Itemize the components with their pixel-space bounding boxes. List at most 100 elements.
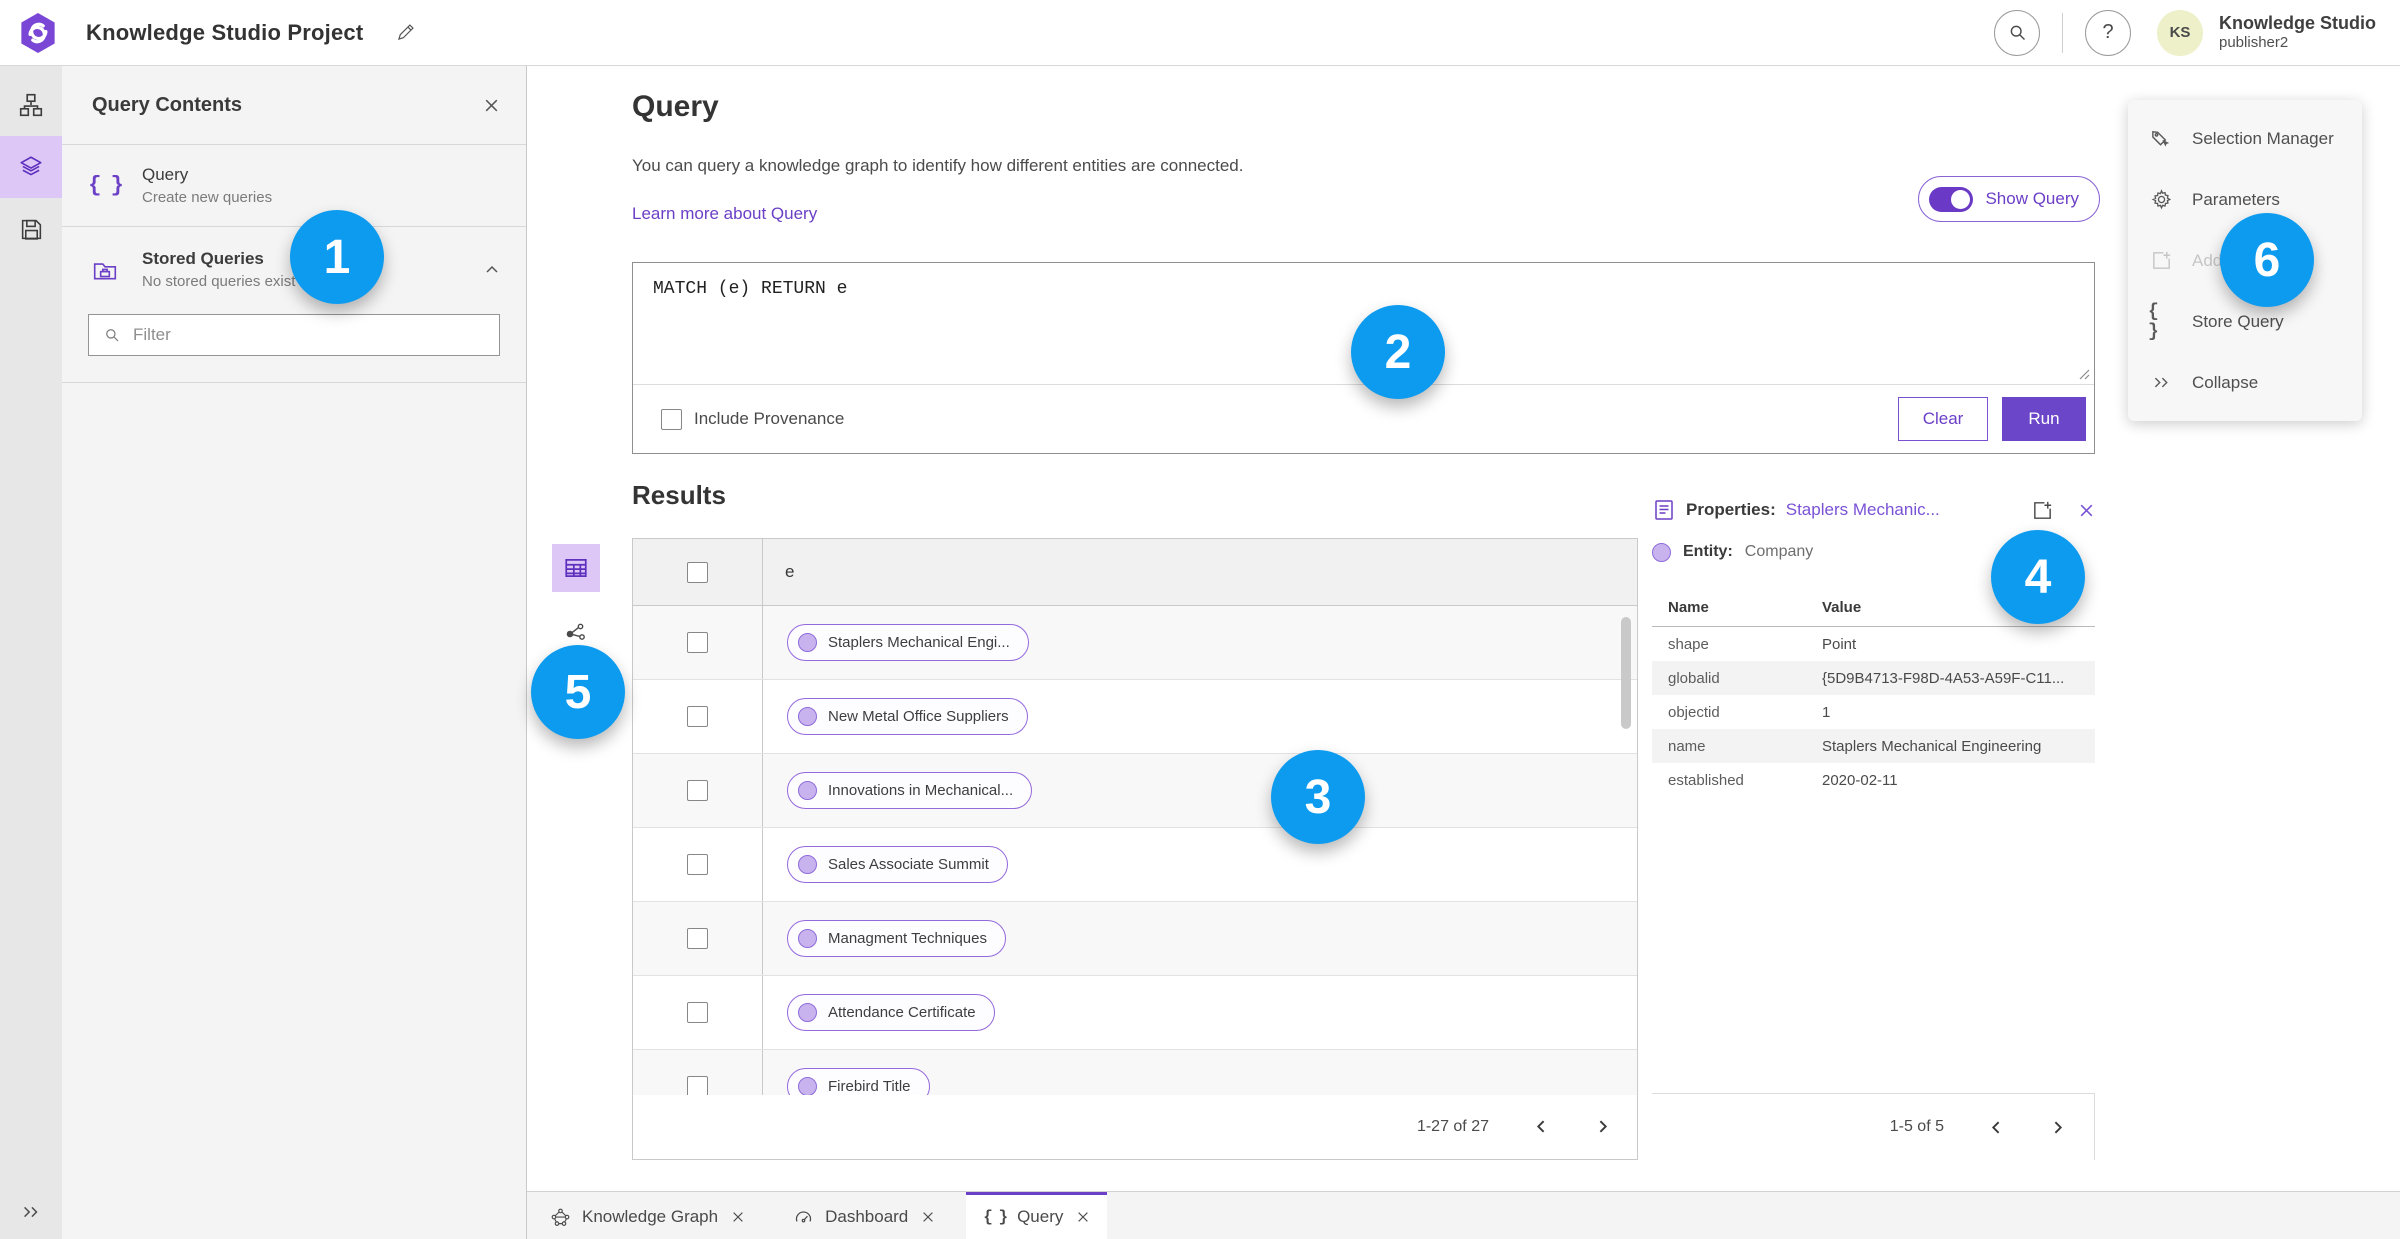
table-row[interactable]: New Metal Office Suppliers	[633, 680, 1637, 754]
table-row[interactable]: Attendance Certificate	[633, 976, 1637, 1050]
entity-dot-icon	[798, 1003, 817, 1022]
link-chart-rail-icon[interactable]	[0, 74, 62, 136]
project-title: Knowledge Studio Project	[86, 19, 364, 45]
menu-item-label: Parameters	[2192, 189, 2280, 209]
row-checkbox[interactable]	[687, 1076, 708, 1095]
query-contents-title: Query Contents	[92, 93, 243, 116]
show-query-toggle[interactable]: Show Query	[1918, 176, 2100, 222]
entity-dot-icon	[798, 781, 817, 800]
help-button[interactable]: ?	[2085, 9, 2131, 56]
tab-knowledge-graph[interactable]: Knowledge Graph	[533, 1192, 762, 1239]
entity-pill[interactable]: Staplers Mechanical Engi...	[787, 624, 1029, 661]
chevron-up-icon[interactable]	[484, 262, 500, 278]
search-button[interactable]	[1994, 9, 2040, 56]
properties-range-label: 1-5 of 5	[1889, 1118, 1944, 1135]
properties-next-page-icon[interactable]	[2049, 1119, 2066, 1136]
user-name: Knowledge Studio	[2219, 12, 2376, 33]
save-rail-icon[interactable]	[0, 198, 62, 260]
stored-queries-sublabel: No stored queries exist	[142, 273, 296, 290]
properties-prev-page-icon[interactable]	[1988, 1119, 2005, 1136]
toggle-switch[interactable]	[1929, 186, 1974, 212]
close-tab-icon[interactable]	[1076, 1210, 1090, 1224]
close-tab-icon[interactable]	[731, 1210, 745, 1224]
stored-queries-label: Stored Queries	[142, 249, 264, 268]
layers-rail-icon[interactable]	[0, 136, 62, 198]
property-name: objectid	[1668, 703, 1720, 721]
menu-item-label: Collapse	[2192, 372, 2259, 392]
edit-title-icon[interactable]	[395, 22, 416, 43]
search-icon	[2010, 25, 2025, 40]
run-button[interactable]: Run	[2002, 397, 2086, 441]
close-properties-icon[interactable]	[2078, 502, 2095, 519]
braces-icon: { }	[983, 1208, 1008, 1226]
tab-query[interactable]: { } Query	[966, 1192, 1108, 1239]
menu-item-selection-manager[interactable]: Selection Manager	[2128, 108, 2362, 169]
tab-label: Query	[1017, 1207, 1064, 1226]
row-checkbox[interactable]	[687, 854, 708, 875]
properties-header: Properties: Staplers Mechanic...	[1652, 495, 2095, 525]
app-header: Knowledge Studio Project ? KS Knowledge …	[0, 0, 2400, 66]
entity-pill[interactable]: New Metal Office Suppliers	[787, 698, 1028, 735]
table-row[interactable]: Staplers Mechanical Engi...	[633, 606, 1637, 680]
user-info[interactable]: Knowledge Studio publisher2	[2219, 13, 2376, 53]
query-contents-header: Query Contents	[62, 66, 526, 145]
entity-pill[interactable]: Innovations in Mechanical...	[787, 772, 1033, 809]
table-view-icon[interactable]	[552, 544, 600, 592]
entity-pill-label: Firebird Title	[828, 1078, 911, 1095]
sidebar-item-query[interactable]: { } Query Create new queries	[62, 145, 526, 227]
main-area: Query You can query a knowledge graph to…	[527, 66, 2400, 1239]
clear-button[interactable]: Clear	[1898, 397, 1988, 441]
entity-pill[interactable]: Sales Associate Summit	[787, 846, 1008, 883]
properties-entity-link[interactable]: Staplers Mechanic...	[1786, 500, 1940, 520]
knowledge-studio-logo-icon	[18, 11, 58, 55]
row-entity-cell: Innovations in Mechanical...	[763, 754, 1637, 827]
select-all-cell	[633, 539, 763, 605]
entity-pill[interactable]: Managment Techniques	[787, 920, 1006, 957]
expand-rail-icon[interactable]	[0, 1201, 62, 1223]
add-to-selection-icon[interactable]	[2031, 499, 2054, 522]
properties-col-name: Name	[1668, 599, 1709, 616]
row-checkbox[interactable]	[687, 706, 708, 727]
row-checkbox-cell	[633, 606, 763, 679]
entity-dot-icon	[798, 855, 817, 874]
row-checkbox[interactable]	[687, 780, 708, 801]
properties-label: Properties:	[1686, 500, 1776, 519]
property-value: {5D9B4713-F98D-4A53-A59F-C11...	[1822, 669, 2065, 687]
entity-pill-label: Managment Techniques	[828, 930, 987, 947]
close-tab-icon[interactable]	[921, 1210, 935, 1224]
entity-pill[interactable]: Firebird Title	[787, 1068, 930, 1095]
table-row[interactable]: Innovations in Mechanical...	[633, 754, 1637, 828]
properties-pagination: 1-5 of 5	[1652, 1093, 2095, 1160]
table-row[interactable]: Managment Techniques	[633, 902, 1637, 976]
entity-value: Company	[1744, 543, 1814, 560]
resize-handle[interactable]	[2078, 367, 2090, 385]
property-row: established 2020-02-11	[1652, 763, 2095, 797]
results-scrollbar-thumb[interactable]	[1621, 617, 1631, 729]
results-next-page-icon[interactable]	[1594, 1118, 1611, 1135]
row-checkbox[interactable]	[687, 928, 708, 949]
include-provenance-checkbox[interactable]	[661, 408, 682, 430]
property-row: name Staplers Mechanical Engineering	[1652, 729, 2095, 763]
filter-input[interactable]	[133, 325, 485, 345]
avatar[interactable]: KS	[2157, 9, 2203, 56]
table-row[interactable]: Firebird Title	[633, 1050, 1637, 1095]
filter-field	[88, 314, 500, 356]
table-row[interactable]: Sales Associate Summit	[633, 828, 1637, 902]
row-checkbox[interactable]	[687, 1002, 708, 1023]
results-table-header: e	[633, 539, 1637, 606]
results-table: e Staplers Mechanical Engi... New Metal …	[632, 538, 1638, 1160]
row-checkbox[interactable]	[687, 632, 708, 653]
entity-pill[interactable]: Attendance Certificate	[787, 994, 995, 1031]
learn-more-link[interactable]: Learn more about Query	[632, 204, 817, 224]
menu-item-collapse[interactable]: Collapse	[2128, 352, 2362, 413]
results-prev-page-icon[interactable]	[1533, 1118, 1550, 1135]
double-chevron-right-icon	[2148, 372, 2174, 393]
select-all-checkbox[interactable]	[687, 561, 708, 583]
query-item-sublabel: Create new queries	[142, 189, 273, 206]
tab-dashboard[interactable]: Dashboard	[776, 1192, 952, 1239]
annotation-2: 2	[1351, 305, 1445, 399]
row-entity-cell: New Metal Office Suppliers	[763, 680, 1637, 753]
add-box-icon	[2148, 249, 2174, 272]
annotation-4: 4	[1991, 530, 2085, 624]
close-panel-icon[interactable]	[483, 97, 500, 114]
